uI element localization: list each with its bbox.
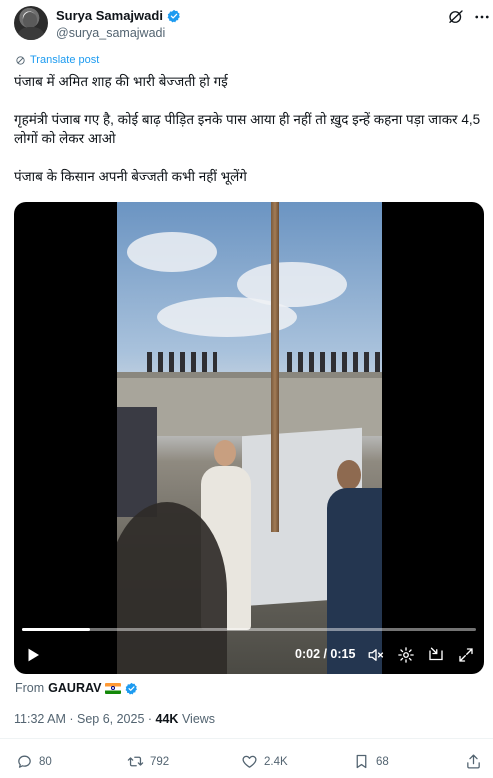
bookmark-button[interactable]: 68: [353, 753, 389, 770]
attribution-verified-badge-icon: [125, 682, 138, 694]
video-progress-bar[interactable]: [22, 628, 476, 631]
picture-in-picture-icon[interactable]: [427, 646, 445, 664]
post-line-3: पंजाब के किसान अपनी बेज्जती कभी नहीं भूल…: [14, 169, 247, 184]
post-line-1: पंजाब में अमित शाह की भारी बेज्जती हो गई: [14, 74, 228, 89]
repost-button[interactable]: 792: [127, 753, 169, 770]
share-icon: [467, 754, 480, 769]
video-frame[interactable]: [117, 202, 382, 674]
video-player[interactable]: 0:02 / 0:15: [14, 202, 484, 674]
reply-button[interactable]: 80: [16, 753, 52, 770]
divider: [0, 738, 493, 739]
translate-post-link[interactable]: Translate post: [15, 54, 99, 66]
repost-icon: [127, 756, 144, 767]
post-header: Surya Samajwadi @surya_samajwadi: [14, 6, 489, 46]
reply-count: 80: [39, 755, 52, 768]
display-name[interactable]: Surya Samajwadi: [56, 8, 163, 23]
post-line-2: गृहमंत्री पंजाब गए है, कोई बाढ़ पीड़ित इ…: [14, 112, 481, 146]
action-bar: 80 792 2.4K 68: [14, 753, 484, 773]
author-handle[interactable]: @surya_samajwadi: [56, 26, 165, 40]
translate-label: Translate post: [30, 54, 100, 66]
india-flag-icon: [105, 682, 122, 694]
verified-badge-icon: [167, 9, 180, 22]
video-attribution: From GAURAV: [15, 681, 138, 695]
post-timestamp[interactable]: 11:32 AM · Sep 6, 2025 ·: [14, 712, 156, 726]
play-icon[interactable]: [24, 646, 42, 664]
reply-icon: [18, 755, 31, 768]
bookmark-icon: [356, 754, 367, 769]
views-count: 44K: [155, 712, 179, 726]
share-button[interactable]: [465, 753, 482, 770]
fullscreen-icon[interactable]: [457, 646, 475, 664]
settings-gear-icon[interactable]: [397, 646, 415, 664]
author-name-row: Surya Samajwadi: [56, 8, 181, 23]
post-meta: 11:32 AM · Sep 6, 2025 · 44K Views: [14, 712, 215, 726]
more-options-icon[interactable]: [473, 8, 491, 26]
translate-icon: [16, 55, 25, 65]
bookmark-count: 68: [376, 755, 389, 768]
video-time: 0:02 / 0:15: [295, 647, 356, 661]
grok-icon[interactable]: [447, 8, 465, 26]
like-button[interactable]: 2.4K: [241, 753, 288, 770]
attribution-prefix: From: [15, 681, 45, 695]
post-text: पंजाब में अमित शाह की भारी बेज्जती हो गई…: [14, 72, 482, 205]
mute-icon[interactable]: [367, 646, 385, 664]
avatar[interactable]: [14, 6, 48, 40]
views-label: Views: [178, 712, 216, 726]
like-count: 2.4K: [264, 755, 288, 768]
repost-count: 792: [150, 755, 170, 768]
video-progress-fill: [22, 628, 91, 631]
heart-icon: [242, 755, 257, 768]
attribution-source[interactable]: GAURAV: [48, 681, 101, 695]
